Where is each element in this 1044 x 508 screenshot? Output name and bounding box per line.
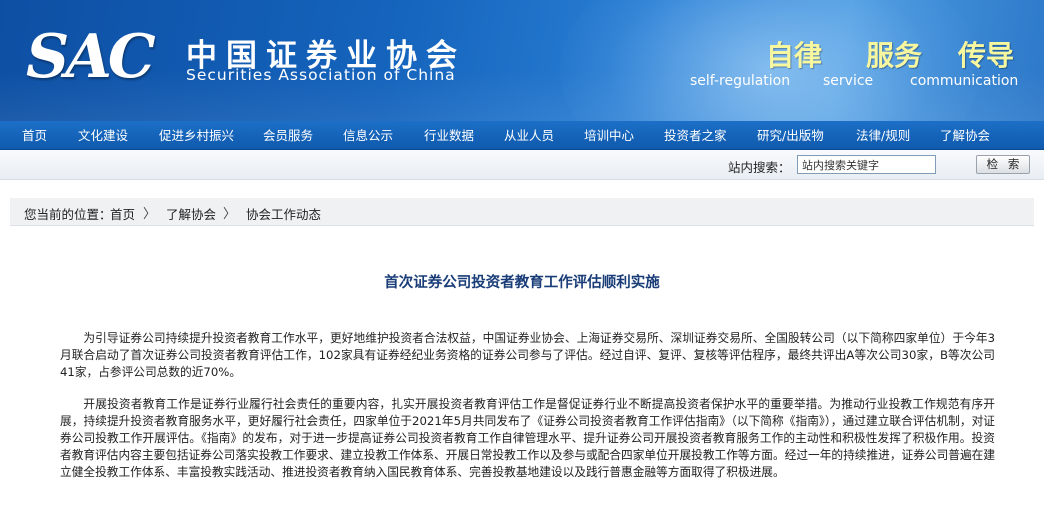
- site-header: SAC 中国证券业协会 Securities Association of Ch…: [0, 0, 1044, 121]
- nav-item-home[interactable]: 首页: [22, 121, 47, 150]
- nav-item-rural[interactable]: 促进乡村振兴: [159, 121, 234, 150]
- nav-item-disclosure[interactable]: 信息公示: [343, 121, 393, 150]
- slogan-self-regulation-cn: 自律: [766, 39, 823, 72]
- nav-item-research[interactable]: 研究/出版物: [757, 121, 824, 150]
- nav-item-about[interactable]: 了解协会: [940, 121, 990, 150]
- breadcrumb-separator: 〉: [223, 207, 237, 222]
- search-button[interactable]: 检 索: [976, 155, 1030, 174]
- nav-item-personnel[interactable]: 从业人员: [504, 121, 554, 150]
- search-label: 站内搜索：: [728, 160, 791, 175]
- org-name-en: Securities Association of China: [186, 66, 456, 84]
- article-body: 为引导证券公司持续提升投资者教育工作水平，更好地维护投资者合法权益，中国证券业协…: [60, 330, 995, 496]
- nav-item-member[interactable]: 会员服务: [263, 121, 313, 150]
- nav-item-investors[interactable]: 投资者之家: [664, 121, 727, 150]
- sac-logo[interactable]: SAC: [26, 27, 156, 87]
- breadcrumb-separator: 〉: [143, 207, 157, 222]
- breadcrumb-prefix: 您当前的位置：: [24, 207, 112, 222]
- nav-item-data[interactable]: 行业数据: [424, 121, 474, 150]
- search-input[interactable]: [797, 155, 936, 174]
- slogan-communication-cn: 传导: [958, 39, 1015, 72]
- article-paragraph: 为引导证券公司持续提升投资者教育工作水平，更好地维护投资者合法权益，中国证券业协…: [60, 331, 995, 379]
- article-paragraph: 开展投资者教育工作是证券行业履行社会责任的重要内容，扎实开展投资者教育评估工作是…: [60, 397, 996, 479]
- slogan-self-regulation-en: self-regulation: [690, 73, 791, 89]
- slogan-communication-en: communication: [910, 73, 1019, 89]
- header-sheen: [0, 70, 1044, 121]
- breadcrumb-current[interactable]: 协会工作动态: [246, 204, 321, 223]
- slogan-service-en: service: [823, 73, 874, 89]
- breadcrumb: 您当前的位置： 首页 〉 了解协会 〉 协会工作动态: [10, 198, 1034, 226]
- breadcrumb-home[interactable]: 首页: [110, 204, 135, 223]
- search-bar: 站内搜索： 检 索: [0, 150, 1044, 180]
- nav-item-culture[interactable]: 文化建设: [78, 121, 128, 150]
- breadcrumb-about[interactable]: 了解协会: [166, 204, 216, 223]
- nav-item-law[interactable]: 法律/规则: [856, 121, 910, 150]
- article-title: 首次证券公司投资者教育工作评估顺利实施: [384, 275, 660, 291]
- slogan-service-cn: 服务: [866, 39, 923, 72]
- nav-item-training[interactable]: 培训中心: [584, 121, 634, 150]
- main-nav: 首页 文化建设 促进乡村振兴 会员服务 信息公示 行业数据 从业人员 培训中心 …: [0, 121, 1044, 150]
